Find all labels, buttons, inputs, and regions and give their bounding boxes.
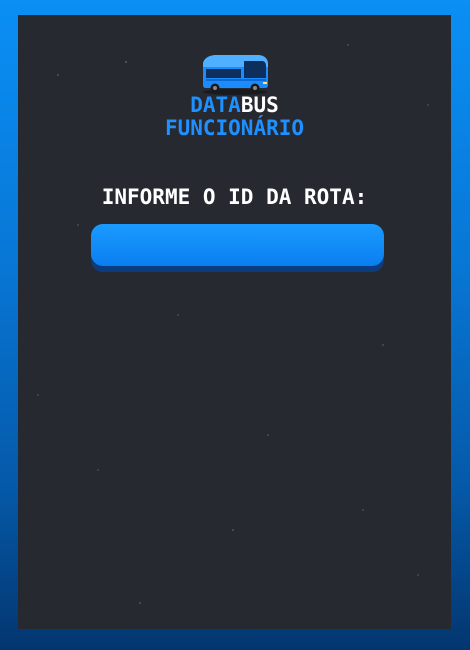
route-id-label: INFORME O ID DA ROTA: [101, 185, 368, 209]
bus-icon [202, 55, 268, 95]
route-id-input[interactable] [91, 224, 384, 266]
brand-subtitle: FUNCIONÁRIO [164, 116, 305, 140]
brand-title-data: DATA [190, 93, 241, 117]
app-logo: DATABUS FUNCIONÁRIO [18, 51, 451, 140]
brand-title-bus: BUS [240, 93, 279, 117]
brand-title: DATABUS [18, 95, 451, 116]
main-panel: DATABUS FUNCIONÁRIO INFORME O ID DA ROTA… [18, 15, 451, 629]
